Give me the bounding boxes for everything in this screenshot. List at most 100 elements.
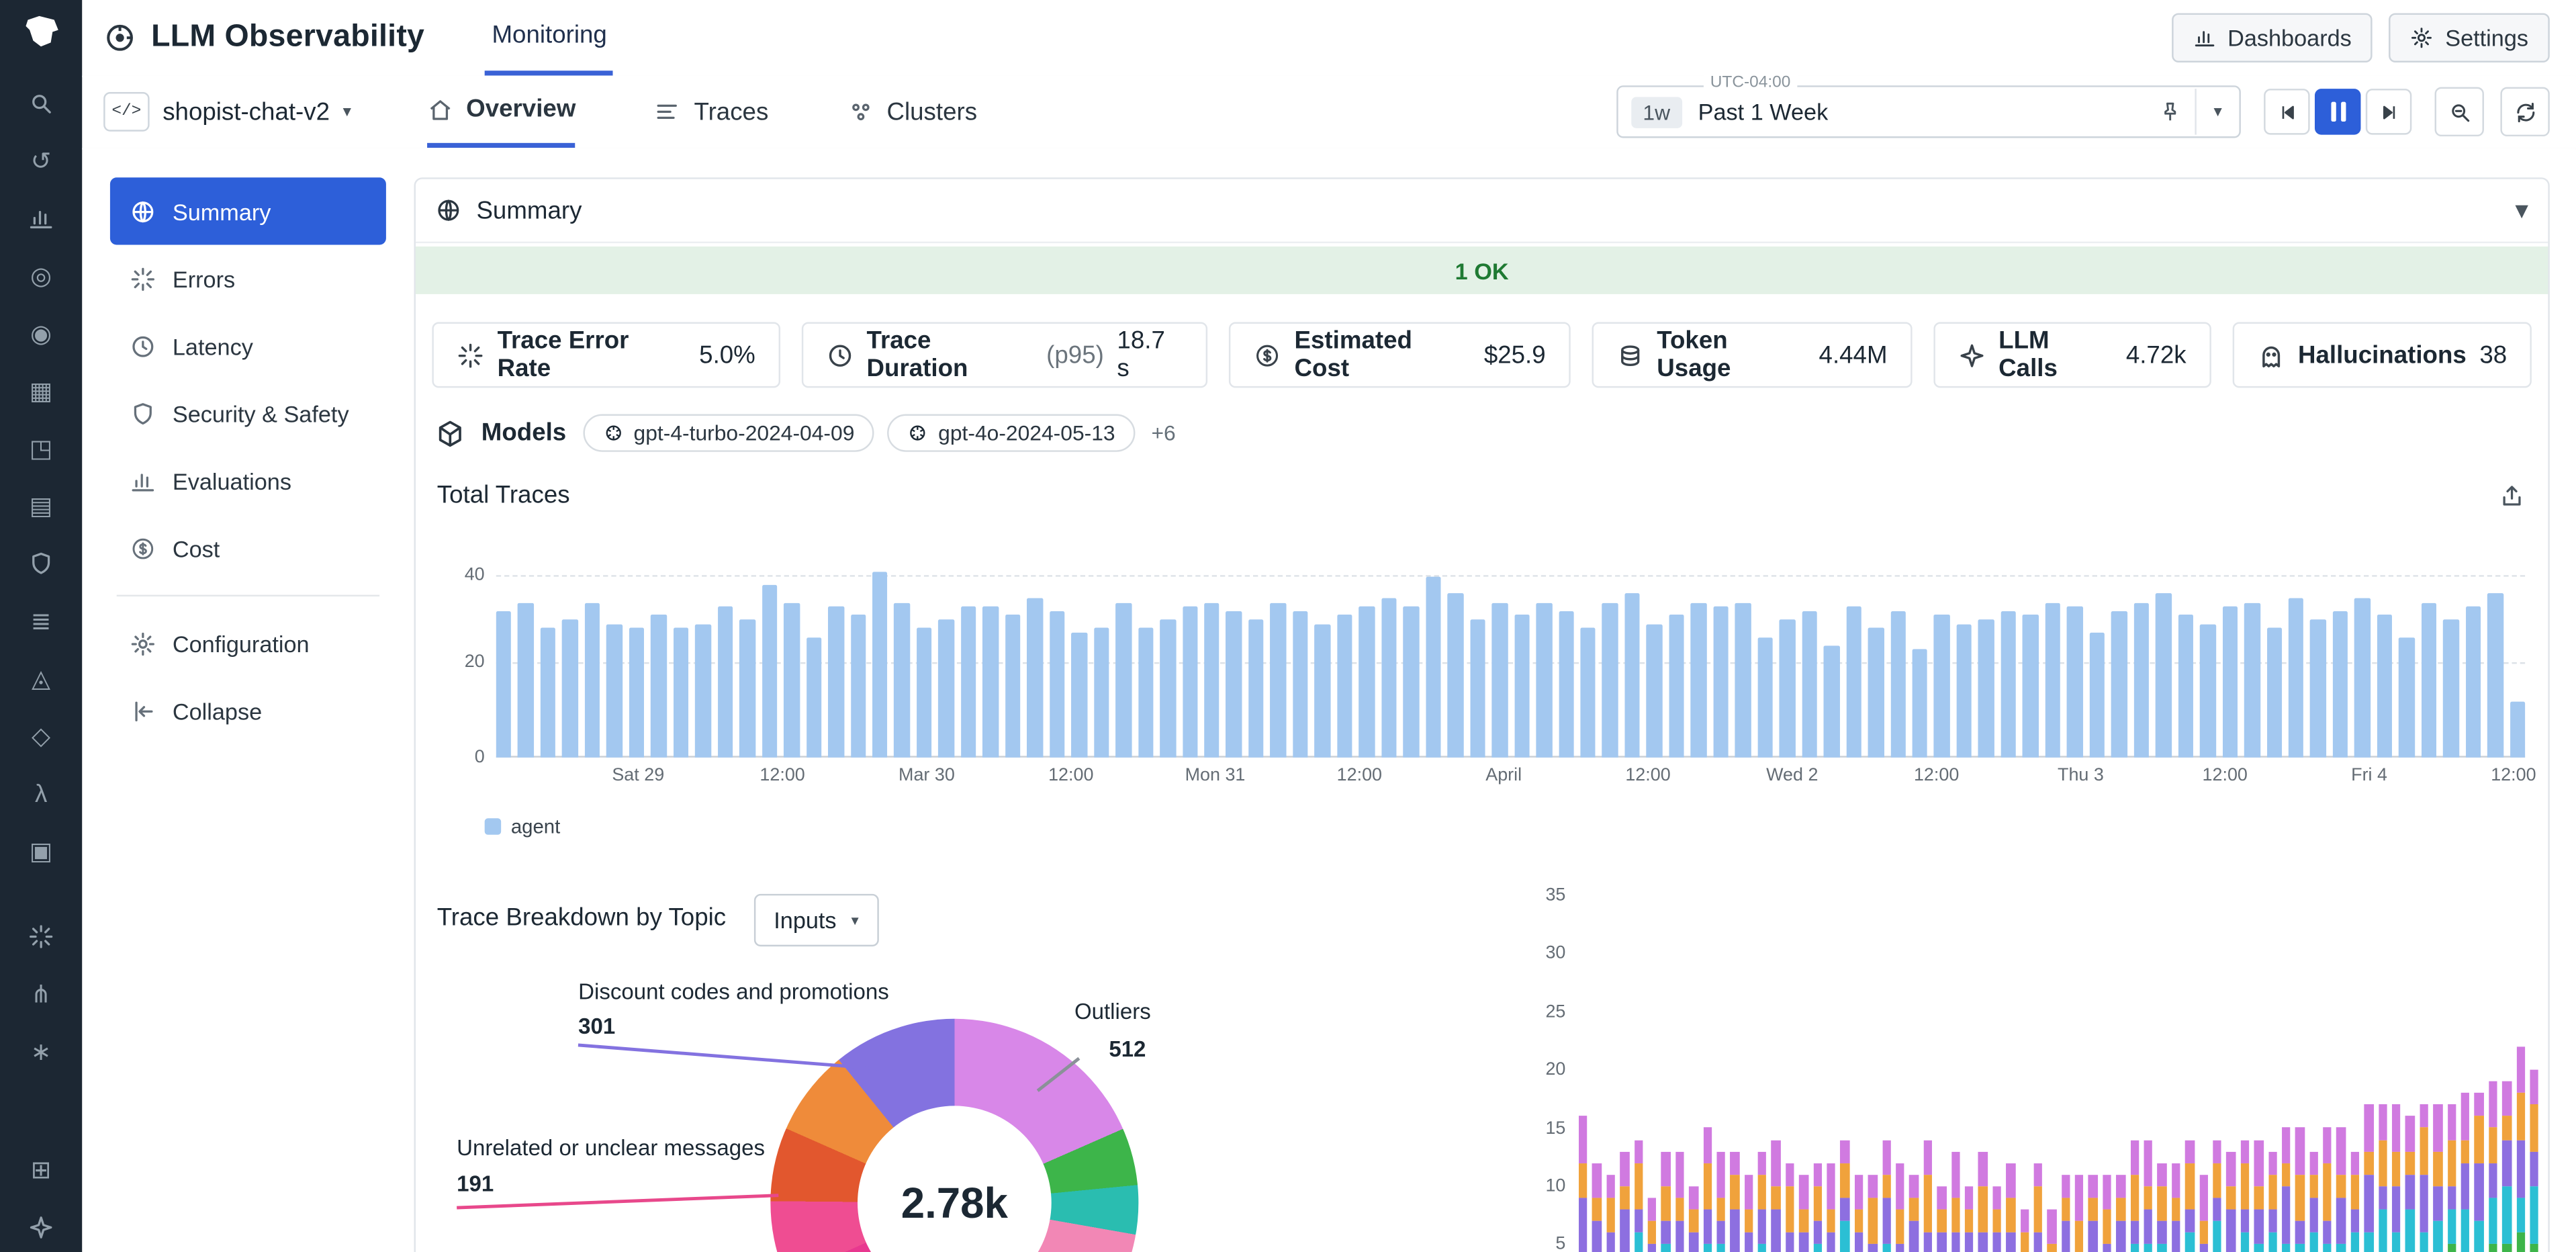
stacked-bar-segment [1827, 1210, 1835, 1233]
stacked-bar [2420, 1105, 2428, 1252]
security-icon [28, 551, 54, 577]
sidebar-item-evaluations[interactable]: Evaluations [110, 447, 386, 514]
time-range-dropdown-caret[interactable]: ▾ [2197, 103, 2240, 121]
rail-item-bits-ai[interactable] [19, 1206, 62, 1249]
rail-item-metrics[interactable] [19, 197, 62, 240]
sidebar-item-configuration[interactable]: Configuration [110, 610, 386, 677]
collapse-chevron-icon[interactable]: ▾ [2515, 194, 2528, 227]
rail-item-watchdog[interactable]: ◉ [19, 312, 62, 355]
x-tick-label: Thu 3 [2058, 766, 2104, 785]
rail-item-error-tracking[interactable] [19, 915, 62, 958]
sidebar-item-errors[interactable]: Errors [110, 245, 386, 312]
globe-icon [435, 197, 461, 224]
breakdown-input-select[interactable]: Inputs ▾ [754, 894, 878, 946]
stacked-bar-segment [1841, 1198, 1849, 1221]
rail-item-synthetics[interactable]: ◇ [19, 715, 62, 758]
bar [1248, 619, 1264, 757]
stacked-bar-segment [2364, 1105, 2373, 1151]
stacked-bar-segment [2268, 1151, 2276, 1175]
metric-chip-estimated-cost[interactable]: Estimated Cost$25.9 [1229, 322, 1570, 388]
stacked-bar [1675, 1151, 1684, 1252]
stacked-bar-segment [1786, 1186, 1794, 1233]
tab-traces[interactable]: Traces [655, 76, 769, 148]
stacked-bar-segment [2033, 1186, 2042, 1233]
tab-clusters[interactable]: Clusters [847, 76, 977, 148]
settings-button[interactable]: Settings [2389, 13, 2550, 62]
rail-item-security[interactable] [19, 542, 62, 585]
rail-item-infrastructure[interactable]: ▦ [19, 369, 62, 412]
stacked-bar [2240, 1140, 2249, 1252]
view-tabs: Overview Traces Clusters [426, 76, 977, 148]
bar [939, 619, 954, 757]
sidebar-item-latency[interactable]: Latency [110, 312, 386, 379]
metric-chip-trace-error-rate[interactable]: Trace Error Rate5.0% [432, 322, 780, 388]
rail-item-ci[interactable]: ◬ [19, 658, 62, 701]
rail-item-search[interactable] [19, 82, 62, 125]
time-skip-back-button[interactable] [2264, 89, 2309, 134]
legend-agent[interactable]: agent [485, 815, 2548, 838]
time-range-picker[interactable]: UTC-04:00 1w Past 1 Week ▾ [1616, 85, 2241, 138]
rail-item-monitors[interactable]: ◎ [19, 255, 62, 298]
sidebar-item-label: Errors [173, 265, 235, 292]
metric-chip-trace-duration[interactable]: Trace Duration(p95)18.7 s [801, 322, 1207, 388]
bars [496, 575, 2525, 758]
metric-chip-hallucinations[interactable]: Hallucinations38 [2232, 322, 2532, 388]
metric-label: Hallucinations [2298, 341, 2467, 369]
stacked-bar-segment [2392, 1105, 2401, 1151]
stacked-bar-segment [1923, 1175, 1932, 1233]
bar [2333, 611, 2348, 757]
model-chip-gpt-4-turbo-2024-04-09[interactable]: gpt-4-turbo-2024-04-09 [583, 414, 874, 451]
stacked-bar-segment [1855, 1175, 1864, 1210]
stacked-bar-segment [2350, 1151, 2359, 1175]
model-chip-gpt-4o-2024-05-13[interactable]: gpt-4o-2024-05-13 [887, 414, 1135, 451]
y-axis-label: 10 [1530, 1177, 1566, 1196]
stacked-bar [2117, 1175, 2125, 1252]
time-skip-forward-button[interactable] [2366, 89, 2411, 134]
stacked-bar-segment [2434, 1105, 2442, 1151]
time-pause-button[interactable] [2315, 89, 2360, 134]
pin-icon[interactable] [2159, 100, 2182, 123]
rail-item-containers[interactable]: ▣ [19, 830, 62, 873]
bar [1160, 619, 1175, 757]
metric-chip-token-usage[interactable]: Token Usage4.44M [1592, 322, 1912, 388]
dashboards-button[interactable]: Dashboards [2172, 13, 2373, 62]
time-range-label: Past 1 Week [1698, 99, 2159, 125]
sidebar-item-security-safety[interactable]: Security & Safety [110, 379, 386, 447]
models-more[interactable]: +6 [1151, 420, 1175, 445]
export-icon[interactable] [2499, 482, 2525, 508]
datadog-logo[interactable] [13, 10, 69, 53]
stacked-bar-segment [1634, 1210, 1643, 1233]
rail-item-serverless[interactable]: λ [19, 772, 62, 815]
rail-item-service-management[interactable]: ∗ [19, 1030, 62, 1073]
sidebar-item-cost[interactable]: Cost [110, 515, 386, 582]
status-banner: 1 OK [416, 247, 2548, 294]
scope-selector[interactable]: </> shopist-chat-v2 ▾ [103, 92, 351, 132]
rail-item-logs[interactable]: ≣ [19, 600, 62, 643]
stacked-bar [2282, 1128, 2291, 1252]
stacked-bar-segment [2406, 1116, 2415, 1151]
metric-label: LLM Calls [1998, 327, 2113, 383]
sidebar-item-collapse[interactable]: Collapse [110, 677, 386, 744]
metric-value: 4.72k [2126, 341, 2187, 369]
tab-monitoring[interactable]: Monitoring [486, 0, 614, 76]
rail-item-apm[interactable]: ◳ [19, 427, 62, 470]
refresh-button[interactable] [2500, 87, 2549, 136]
stacked-bar-segment [2185, 1140, 2194, 1163]
stacked-bar-segment [1661, 1186, 1670, 1221]
zoom-out-button[interactable] [2435, 87, 2484, 136]
y-axis-label: 20 [465, 652, 485, 671]
sidebar-item-summary[interactable]: Summary [110, 177, 386, 244]
stacked-bar-segment [2061, 1198, 2070, 1221]
topic-stacked-bar-chart[interactable]: 3530252015105 [1530, 883, 2538, 1252]
topic-donut-chart[interactable]: 2.78k [770, 1019, 1138, 1252]
rail-item-workflows[interactable]: ⋔ [19, 973, 62, 1016]
bar [1713, 607, 1729, 758]
rail-item-integrations[interactable]: ⊞ [19, 1149, 62, 1192]
stacked-bar-segment [2516, 1046, 2525, 1093]
rail-item-recent[interactable]: ↺ [19, 140, 62, 183]
rail-item-network[interactable]: ▤ [19, 485, 62, 528]
stacked-bar-segment [1923, 1140, 1932, 1175]
metric-chip-llm-calls[interactable]: LLM Calls 4.72k [1933, 322, 2211, 388]
stacked-bar [2461, 1093, 2470, 1252]
tab-overview[interactable]: Overview [426, 76, 576, 148]
